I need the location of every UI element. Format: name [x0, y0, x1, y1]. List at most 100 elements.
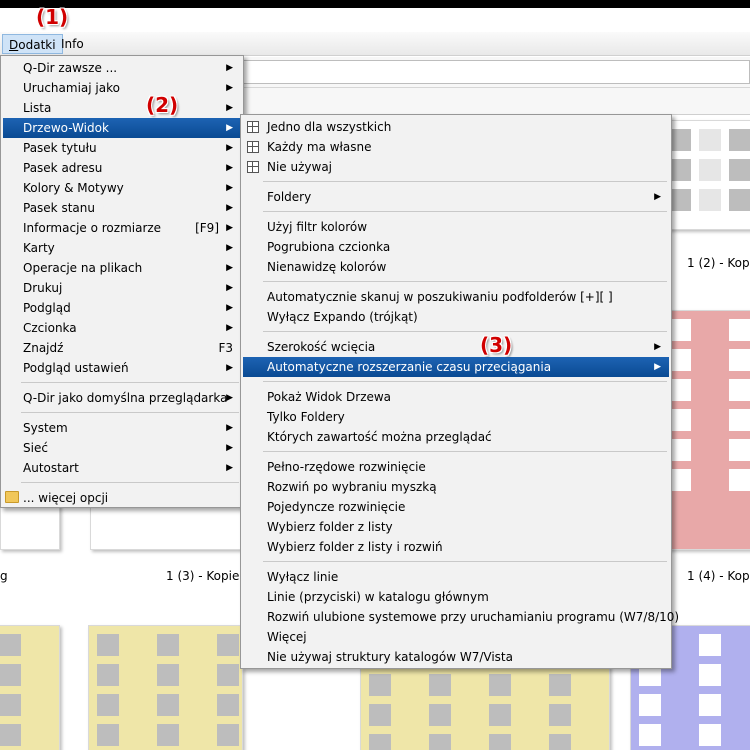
menu-item-label: Foldery	[267, 190, 312, 204]
menu-item-label: Nie używaj	[267, 160, 333, 174]
menu-item[interactable]: Więcej	[243, 627, 669, 647]
submenu-arrow-icon: ▶	[226, 203, 233, 213]
file-name-label: 1 (4) - Kopie	[687, 569, 750, 583]
menu-item[interactable]: Wybierz folder z listy i rozwiń	[243, 537, 669, 557]
menu-item[interactable]: Jedno dla wszystkich	[243, 117, 669, 137]
menu-item[interactable]: Pogrubiona czcionka	[243, 237, 669, 257]
menu-item-label: Tylko Foldery	[267, 410, 345, 424]
menu-separator	[263, 451, 667, 452]
menu-item[interactable]: Automatycznie skanuj w poszukiwaniu podf…	[243, 287, 669, 307]
menu-info[interactable]: Info	[55, 34, 90, 54]
menu-item[interactable]: Linie (przyciski) w katalogu głównym	[243, 587, 669, 607]
menu-item[interactable]: Foldery ▶	[243, 187, 669, 207]
menu-item[interactable]: Q-Dir jako domyślna przeglądarka ▶	[3, 388, 241, 408]
menu-separator	[263, 561, 667, 562]
menu-item[interactable]: Tylko Foldery	[243, 407, 669, 427]
grid-icon	[247, 161, 259, 173]
image-thumbnail[interactable]	[660, 310, 750, 550]
menu-item[interactable]: Drukuj ▶	[3, 278, 241, 298]
menu-item[interactable]: Pasek stanu ▶	[3, 198, 241, 218]
submenu-arrow-icon: ▶	[654, 342, 661, 352]
menu-item-label: Wyłącz Expando (trójkąt)	[267, 310, 418, 324]
menu-item-label: Jedno dla wszystkich	[267, 120, 392, 134]
menu-item[interactable]: Automatyczne rozszerzanie czasu przeciąg…	[243, 357, 669, 377]
file-name-label: 1 (2) - Kopie	[687, 256, 750, 270]
menu-item[interactable]: Których zawartość można przeglądać	[243, 427, 669, 447]
menu-item-label: Szerokość wcięcia	[267, 340, 376, 354]
menu-item-label: Lista	[23, 101, 52, 115]
menu-item[interactable]: ... więcej opcji	[3, 488, 241, 508]
menu-item[interactable]: Autostart ▶	[3, 458, 241, 478]
menu-item[interactable]: Podgląd ustawień ▶	[3, 358, 241, 378]
submenu-arrow-icon: ▶	[226, 143, 233, 153]
submenu-arrow-icon: ▶	[654, 362, 661, 372]
menu-item[interactable]: Informacje o rozmiarze [F9] ▶	[3, 218, 241, 238]
menu-item-label: Automatycznie skanuj w poszukiwaniu podf…	[267, 290, 613, 304]
menu-item[interactable]: Nie używaj	[243, 157, 669, 177]
menu-item[interactable]: Szerokość wcięcia ▶	[243, 337, 669, 357]
menu-dodatki[interactable]: Dodatki	[2, 34, 63, 54]
menu-item[interactable]: Pasek adresu ▶	[3, 158, 241, 178]
menu-item[interactable]: Q-Dir zawsze ... ▶	[3, 58, 241, 78]
menu-item-label: Wybierz folder z listy	[267, 520, 393, 534]
submenu-arrow-icon: ▶	[226, 83, 233, 93]
menu-item-label: Podgląd	[23, 301, 71, 315]
menu-item[interactable]: Drzewo-Widok ▶	[3, 118, 241, 138]
menu-item[interactable]: Kolory & Motywy ▶	[3, 178, 241, 198]
menu-item-label: Czcionka	[23, 321, 77, 335]
menu-item[interactable]: Podgląd ▶	[3, 298, 241, 318]
menu-item[interactable]: Pasek tytułu ▶	[3, 138, 241, 158]
menu-separator	[263, 281, 667, 282]
menu-separator	[263, 211, 667, 212]
menu-item[interactable]: Nienawidzę kolorów	[243, 257, 669, 277]
menu-item[interactable]: Operacje na plikach ▶	[3, 258, 241, 278]
menu-item-label: Rozwiń po wybraniu myszką	[267, 480, 437, 494]
drzewo-widok-submenu: Jedno dla wszystkich Każdy ma własne Nie u…	[240, 114, 679, 669]
menu-item-label: Drukuj	[23, 281, 63, 295]
submenu-arrow-icon: ▶	[226, 393, 233, 403]
submenu-arrow-icon: ▶	[226, 323, 233, 333]
menu-item-label: Więcej	[267, 630, 307, 644]
menu-item-label: Automatyczne rozszerzanie czasu przeciąg…	[267, 360, 552, 374]
menu-item[interactable]: Pojedyncze rozwinięcie	[243, 497, 669, 517]
menu-item[interactable]: Nie używaj struktury katalogów W7/Vista	[243, 647, 669, 667]
menu-item[interactable]: Lista ▶	[3, 98, 241, 118]
menu-item-label: Autostart	[23, 461, 79, 475]
menu-item-label: Kolory & Motywy	[23, 181, 124, 195]
menu-item-label: Których zawartość można przeglądać	[267, 430, 492, 444]
submenu-arrow-icon: ▶	[226, 263, 233, 273]
menu-item[interactable]: Pokaż Widok Drzewa	[243, 387, 669, 407]
menu-item[interactable]: Wyłącz Expando (trójkąt)	[243, 307, 669, 327]
menu-item[interactable]: Rozwiń ulubione systemowe przy uruchamia…	[243, 607, 679, 627]
address-bar[interactable]	[230, 60, 750, 84]
menu-item[interactable]: Wybierz folder z listy	[243, 517, 669, 537]
menu-item-label: Informacje o rozmiarze	[23, 221, 162, 235]
step-marker-1: (1)	[36, 5, 69, 29]
image-thumbnail[interactable]	[360, 665, 610, 750]
menu-item[interactable]: Każdy ma własne	[243, 137, 669, 157]
menu-item-label: Linie (przyciski) w katalogu głównym	[267, 590, 489, 604]
menu-item[interactable]: Rozwiń po wybraniu myszką	[243, 477, 669, 497]
menu-item[interactable]: Karty ▶	[3, 238, 241, 258]
file-name-label: 1 (3) - Kopie.p	[166, 569, 251, 583]
menu-item-label: Q-Dir zawsze ...	[23, 61, 118, 75]
menu-item[interactable]: Wyłącz linie	[243, 567, 669, 587]
menu-item[interactable]: Uruchamiaj jako ▶	[3, 78, 241, 98]
menu-item[interactable]: Użyj filtr kolorów	[243, 217, 669, 237]
menu-item[interactable]: System ▶	[3, 418, 241, 438]
submenu-arrow-icon: ▶	[654, 192, 661, 202]
menu-item[interactable]: Znajdź F3	[3, 338, 241, 358]
menu-bar: Dodatki Info	[0, 32, 750, 56]
menu-item[interactable]: Sieć ▶	[3, 438, 241, 458]
menu-separator	[21, 412, 239, 413]
image-thumbnail[interactable]	[660, 120, 750, 230]
menu-item-label: Pasek adresu	[23, 161, 103, 175]
menu-item[interactable]: Pełno-rzędowe rozwinięcie	[243, 457, 669, 477]
menu-item-label: Wyłącz linie	[267, 570, 339, 584]
menu-item-label: Znajdź	[23, 341, 64, 355]
image-thumbnail[interactable]	[88, 625, 243, 750]
image-thumbnail[interactable]	[0, 625, 60, 750]
folder-icon	[5, 491, 19, 503]
menu-item-label: Pogrubiona czcionka	[267, 240, 391, 254]
menu-item[interactable]: Czcionka ▶	[3, 318, 241, 338]
